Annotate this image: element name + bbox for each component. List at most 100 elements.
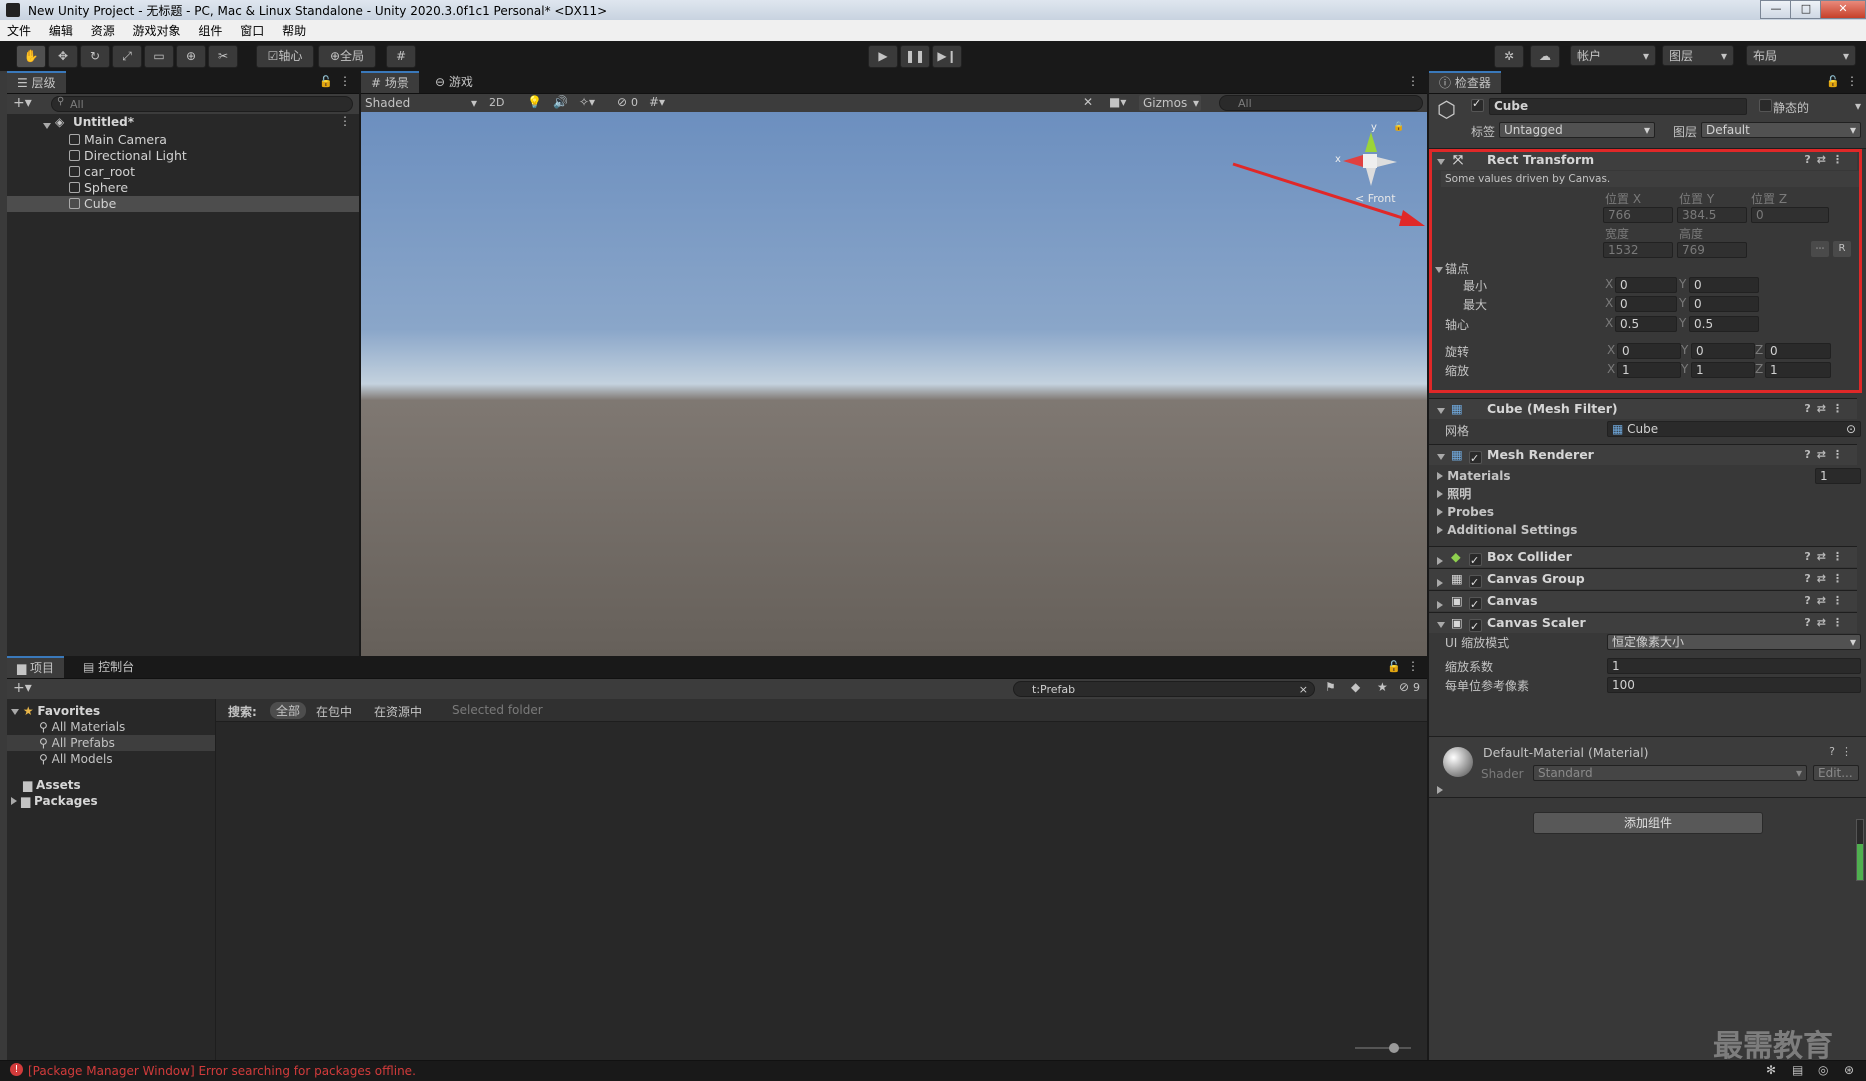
mesh-filter-header[interactable]: ▦ Cube (Mesh Filter) ?⇄⋮ xyxy=(1429,398,1857,419)
component-header-icons[interactable]: ?⇄⋮ xyxy=(1804,569,1849,589)
more-options-icon[interactable]: ⋮ xyxy=(339,74,351,88)
menu-component[interactable]: 组件 xyxy=(191,20,229,41)
pause-button[interactable]: ❚❚ xyxy=(900,45,930,68)
component-header-icons[interactable]: ?⇄⋮ xyxy=(1804,445,1849,465)
rect-tool-icon[interactable]: ▭ xyxy=(144,45,174,68)
gizmo-y-arrow[interactable] xyxy=(1365,132,1377,152)
tab-game[interactable]: ⊖ 游戏 xyxy=(425,71,483,93)
layers-dropdown[interactable]: 图层 ▾ xyxy=(1662,45,1734,66)
list-item[interactable]: ⚲ All Materials xyxy=(7,719,215,735)
component-header-icons[interactable]: ?⇄⋮ xyxy=(1804,613,1849,633)
enabled-checkbox[interactable] xyxy=(1469,449,1482,469)
2d-toggle[interactable]: 2D xyxy=(489,96,504,109)
custom-tool-icon[interactable]: ✂ xyxy=(208,45,238,68)
list-item[interactable]: Sphere xyxy=(7,180,365,196)
add-object-button[interactable]: +▾ xyxy=(13,95,32,111)
menu-assets[interactable]: 资源 xyxy=(84,20,122,41)
scene-search-input[interactable]: All xyxy=(1219,95,1423,111)
mesh-renderer-header[interactable]: ▦ Mesh Renderer ?⇄⋮ xyxy=(1429,444,1857,469)
project-search-input[interactable]: t:Prefab × xyxy=(1013,681,1315,697)
menu-file[interactable]: 文件 xyxy=(0,20,38,41)
scene-root-row[interactable]: ◈ Untitled* ⋮ xyxy=(7,114,359,132)
chevron-down-icon[interactable]: ▾ xyxy=(1855,99,1861,113)
shader-dropdown[interactable]: Standard ▾ xyxy=(1533,765,1807,781)
filter-in-assets[interactable]: 在资源中 xyxy=(374,703,422,720)
materials-count-field[interactable]: 1 xyxy=(1815,468,1861,484)
cloud-icon[interactable]: ☁ xyxy=(1530,45,1560,68)
gizmo-lock-icon[interactable]: 🔒 xyxy=(1393,122,1404,132)
minimize-button[interactable]: — xyxy=(1760,0,1792,19)
grid-snap-icon[interactable]: # xyxy=(386,45,416,68)
component-header-icons[interactable]: ?⇄⋮ xyxy=(1804,591,1849,611)
component-header-icons[interactable]: ?⋮ xyxy=(1829,745,1858,758)
lighting-toggle-icon[interactable]: 💡 xyxy=(527,95,542,109)
more-options-icon[interactable]: ⋮ xyxy=(1407,74,1419,88)
effects-toggle-icon[interactable]: ✧▾ xyxy=(579,95,595,109)
object-picker-icon[interactable]: ⊙ xyxy=(1846,422,1856,437)
active-checkbox[interactable] xyxy=(1471,97,1484,114)
menu-gameobject[interactable]: 游戏对象 xyxy=(126,20,188,41)
assets-folder-row[interactable]: ▆ Assets xyxy=(7,777,215,793)
slider-handle[interactable] xyxy=(1389,1043,1399,1053)
collapse-arrow-icon[interactable] xyxy=(1437,614,1445,634)
audio-toggle-icon[interactable]: 🔊 xyxy=(553,95,568,109)
ui-scale-mode-dropdown[interactable]: 恒定像素大小 ▾ xyxy=(1607,634,1861,650)
clear-search-icon[interactable]: × xyxy=(1299,682,1308,698)
camera-icon[interactable]: ■▾ xyxy=(1109,95,1126,109)
tools-icon[interactable]: ✕ xyxy=(1083,95,1093,109)
filter-selected-folder[interactable]: Selected folder xyxy=(452,703,543,717)
expand-arrow-icon[interactable] xyxy=(1437,526,1443,534)
additional-settings-row[interactable]: Additional Settings xyxy=(1429,521,1857,539)
scale-tool-icon[interactable]: ⤢ xyxy=(112,45,142,68)
canvas-header[interactable]: ▣ Canvas ?⇄⋮ xyxy=(1429,590,1857,615)
expand-arrow-icon[interactable] xyxy=(11,709,19,715)
scene-menu-icon[interactable]: ⋮ xyxy=(339,114,351,128)
expand-arrow-icon[interactable] xyxy=(1437,508,1443,516)
menu-help[interactable]: 帮助 xyxy=(275,20,313,41)
gizmos-dropdown[interactable]: Gizmos ▾ xyxy=(1139,95,1201,111)
play-button[interactable]: ▶ xyxy=(868,45,898,68)
expand-arrow-icon[interactable] xyxy=(1437,472,1443,480)
list-item[interactable]: ⚲ All Prefabs xyxy=(7,735,215,751)
favorites-row[interactable]: ★ Favorites xyxy=(11,703,215,719)
tab-project[interactable]: ▆ 项目 xyxy=(7,656,65,678)
collapse-arrow-icon[interactable] xyxy=(1437,400,1445,420)
more-options-icon[interactable]: ⋮ xyxy=(1846,74,1858,88)
layer-dropdown[interactable]: Default ▾ xyxy=(1701,122,1861,138)
global-toggle[interactable]: ⊕全局 xyxy=(318,45,376,68)
collab-icon[interactable]: ✲ xyxy=(1494,45,1524,68)
hidden-packages-icon[interactable]: ⊘ xyxy=(1399,680,1409,694)
list-item[interactable]: Directional Light xyxy=(7,148,365,164)
hand-tool-icon[interactable]: ✋ xyxy=(16,45,46,68)
grid-toggle-icon[interactable]: #▾ xyxy=(649,95,665,109)
search-by-label-icon[interactable]: ◆ xyxy=(1351,680,1360,694)
material-preview-sphere[interactable] xyxy=(1443,747,1473,777)
list-item[interactable]: Main Camera xyxy=(7,132,365,148)
pivot-toggle[interactable]: ☑轴心 xyxy=(256,45,314,68)
canvas-group-header[interactable]: ▦ Canvas Group ?⇄⋮ xyxy=(1429,568,1857,593)
add-component-button[interactable]: 添加组件 xyxy=(1533,812,1763,834)
canvas-scaler-header[interactable]: ▣ Canvas Scaler ?⇄⋮ xyxy=(1429,612,1857,637)
search-by-type-icon[interactable]: ⚑ xyxy=(1325,680,1336,694)
shading-mode-dropdown[interactable]: Shaded ▾ xyxy=(363,95,481,111)
move-tool-icon[interactable]: ✥ xyxy=(48,45,78,68)
tab-hierarchy[interactable]: ☰ 层级 xyxy=(7,71,66,93)
collapse-arrow-icon[interactable] xyxy=(1437,446,1445,466)
component-header-icons[interactable]: ?⇄⋮ xyxy=(1804,547,1849,567)
hierarchy-search-input[interactable]: All xyxy=(51,96,353,112)
expand-arrow-icon[interactable] xyxy=(11,797,17,805)
lock-icon[interactable]: 🔓 xyxy=(1387,660,1401,673)
expand-arrow-icon[interactable] xyxy=(1437,490,1443,498)
object-name-field[interactable]: Cube xyxy=(1489,98,1747,115)
reference-pixels-field[interactable]: 100 xyxy=(1607,677,1861,693)
collab-status-icon[interactable]: ⊛ xyxy=(1844,1063,1854,1077)
list-item[interactable]: Cube xyxy=(7,196,359,212)
tab-inspector[interactable]: ⓘ 检查器 xyxy=(1429,71,1501,93)
component-header-icons[interactable]: ?⇄⋮ xyxy=(1804,399,1849,419)
favorite-star-icon[interactable]: ★ xyxy=(1377,680,1388,694)
filter-in-packages[interactable]: 在包中 xyxy=(316,703,352,720)
rotate-tool-icon[interactable]: ↻ xyxy=(80,45,110,68)
probes-row[interactable]: Probes xyxy=(1429,503,1857,521)
expand-arrow-icon[interactable] xyxy=(1437,783,1443,797)
layout-dropdown[interactable]: 布局 ▾ xyxy=(1746,45,1856,66)
